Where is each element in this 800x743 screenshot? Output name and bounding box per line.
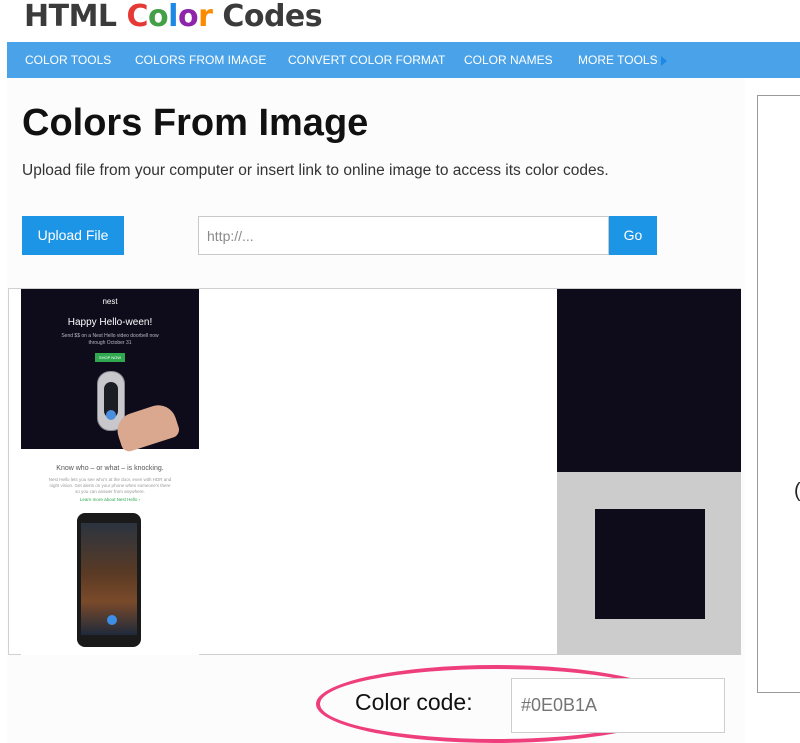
logo-letter: C <box>126 0 149 34</box>
nav-color-names[interactable]: Color Names <box>464 42 553 78</box>
upload-file-button[interactable]: Upload File <box>22 216 124 255</box>
uploaded-image[interactable]: nest Happy Hello-ween! Send $$ on a Nest… <box>21 289 199 655</box>
color-code-field[interactable] <box>511 678 725 733</box>
image-subtext: through October 31 <box>88 340 132 346</box>
image-body-text: night vision. Get alerts on your phone w… <box>49 483 171 488</box>
page: HTML Color Codes Color Tools Colors From… <box>0 0 800 743</box>
image-url-input[interactable] <box>198 216 609 255</box>
image-body-text: Nest Hello lets you see who's at the doo… <box>48 477 172 482</box>
selected-color-swatch <box>595 509 705 619</box>
nav-color-tools[interactable]: Color Tools <box>25 42 111 78</box>
phone-call-button <box>107 615 117 625</box>
image-body-text: so you can answer from anywhere. <box>75 489 145 494</box>
doorbell-button <box>106 410 116 420</box>
logo-letter: r <box>198 0 213 34</box>
logo-word-color: Color <box>127 0 223 34</box>
nav-convert-color-format[interactable]: Convert Color Format <box>288 42 445 78</box>
site-logo[interactable]: HTML Color Codes <box>24 0 323 34</box>
logo-letter: o <box>148 0 169 34</box>
image-dark-banner: nest Happy Hello-ween! Send $$ on a Nest… <box>21 289 199 454</box>
image-headline: Happy Hello-ween! <box>67 317 153 328</box>
phone-illustration <box>77 513 141 647</box>
image-section-headline: Know who – or what – is knocking. <box>56 465 164 472</box>
nav-colors-from-image[interactable]: Colors From Image <box>135 42 266 78</box>
color-code-label: Color code: <box>355 689 473 715</box>
logo-letter: l <box>168 0 178 34</box>
page-title: Colors From Image <box>22 102 369 144</box>
sidebar-panel <box>757 95 800 693</box>
nav-more-tools[interactable]: More Tools <box>578 42 658 78</box>
go-button[interactable]: Go <box>609 216 657 255</box>
page-description: Upload file from your computer or insert… <box>22 162 609 179</box>
logo-letter: o <box>177 0 199 34</box>
main-nav: Color Tools Colors From Image Convert Co… <box>7 42 800 78</box>
image-subtext: Send $$ on a Nest Hello video doorbell n… <box>61 333 159 339</box>
image-brand-text: nest <box>102 297 118 306</box>
zoom-magnifier <box>557 289 741 472</box>
phone-screen <box>81 523 137 635</box>
logo-word-html: HTML <box>24 0 117 34</box>
caret-right-icon[interactable] <box>661 56 667 66</box>
image-cta-button: SHOP NOW <box>95 353 125 362</box>
sidebar-glyph: ( <box>794 480 800 503</box>
logo-word-codes: Codes <box>222 0 323 34</box>
image-link-text: Learn more about Nest Hello › <box>79 497 141 502</box>
